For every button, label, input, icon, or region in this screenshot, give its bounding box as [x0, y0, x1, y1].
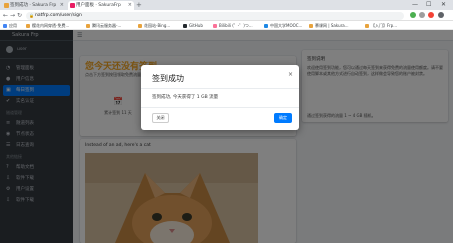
reload-icon[interactable]: ↻ — [17, 10, 22, 21]
bookmark-item[interactable]: GitHub — [183, 21, 203, 30]
forward-icon[interactable]: → — [10, 10, 15, 21]
close-window-icon[interactable]: ✕ — [441, 0, 446, 10]
extension-icon[interactable] — [428, 12, 434, 18]
minimize-icon[interactable]: — — [412, 0, 418, 10]
maximize-icon[interactable]: ☐ — [426, 0, 431, 10]
bilibili-icon — [213, 23, 217, 28]
close-icon[interactable]: × — [288, 71, 293, 78]
favicon-icon — [70, 3, 75, 8]
extension-icon[interactable] — [410, 12, 416, 18]
new-tab-button[interactable]: + — [136, 0, 142, 10]
confirm-button[interactable]: 确定 — [274, 113, 292, 123]
bookmarks-bar: 应用 樱花内网穿透-免费... 腾讯云服务器-... 花园站-Bing... G… — [0, 21, 453, 30]
profile-avatar[interactable] — [438, 12, 444, 18]
checkin-success-dialog: 签到成功 × 签到成功, 今天获得了 1 GB 流量 关闭 确定 — [141, 65, 299, 130]
bookmark-item[interactable]: 樱花内网穿透-免费... — [26, 21, 69, 30]
bookmark-item[interactable]: 应用 — [3, 21, 17, 30]
close-button[interactable]: 关闭 — [152, 113, 169, 123]
github-icon — [183, 23, 187, 28]
dialog-title: 签到成功 — [152, 74, 184, 83]
browser-tab[interactable]: 签到成功 · Sakura Frp × — [2, 1, 66, 10]
apps-icon — [3, 23, 7, 28]
bookmark-item[interactable]: 慕课网 | Sakura... — [309, 21, 349, 30]
bookmark-item[interactable]: 腾讯云服务器-... — [86, 21, 121, 30]
bookmark-item[interactable]: 【入门】Frp... — [365, 21, 397, 30]
tab-label: 签到成功 · Sakura Frp — [10, 3, 57, 8]
bookmark-item[interactable]: 花园站-Bing... — [138, 21, 170, 30]
url-text: natfrp.com/user/sign — [35, 12, 82, 18]
modal-backdrop[interactable]: 签到成功 × 签到成功, 今天获得了 1 GB 流量 关闭 确定 — [0, 30, 453, 243]
bookmark-item[interactable]: Bilibili (゜-゜)つ... — [213, 21, 253, 30]
bookmark-item[interactable]: 中国大学MOOC... — [264, 21, 302, 30]
bookmark-icon — [264, 23, 268, 28]
bookmark-icon — [365, 23, 369, 28]
close-tab-icon[interactable]: × — [60, 1, 64, 10]
bookmark-icon — [309, 23, 313, 28]
browser-tab-bar: 签到成功 · Sakura Frp × 用户面板 · SakuraFrp × +… — [0, 0, 453, 10]
browser-toolbar: ← → ↻ 🔒 natfrp.com/user/sign — [0, 10, 453, 21]
dialog-message: 签到成功, 今天获得了 1 GB 流量 — [152, 95, 219, 100]
bookmark-icon — [26, 23, 30, 28]
bookmark-icon — [86, 23, 90, 28]
back-icon[interactable]: ← — [3, 10, 8, 21]
bookmark-icon — [138, 23, 142, 28]
extension-icon[interactable] — [419, 12, 425, 18]
tab-label: 用户面板 · SakuraFrp — [76, 3, 121, 8]
divider — [141, 88, 299, 89]
favicon-icon — [4, 3, 9, 8]
address-bar[interactable]: 🔒 natfrp.com/user/sign — [26, 11, 404, 20]
browser-tab-active[interactable]: 用户面板 · SakuraFrp × — [68, 1, 134, 10]
lock-icon: 🔒 — [29, 12, 34, 18]
divider — [141, 107, 299, 108]
close-tab-icon[interactable]: × — [128, 1, 132, 10]
